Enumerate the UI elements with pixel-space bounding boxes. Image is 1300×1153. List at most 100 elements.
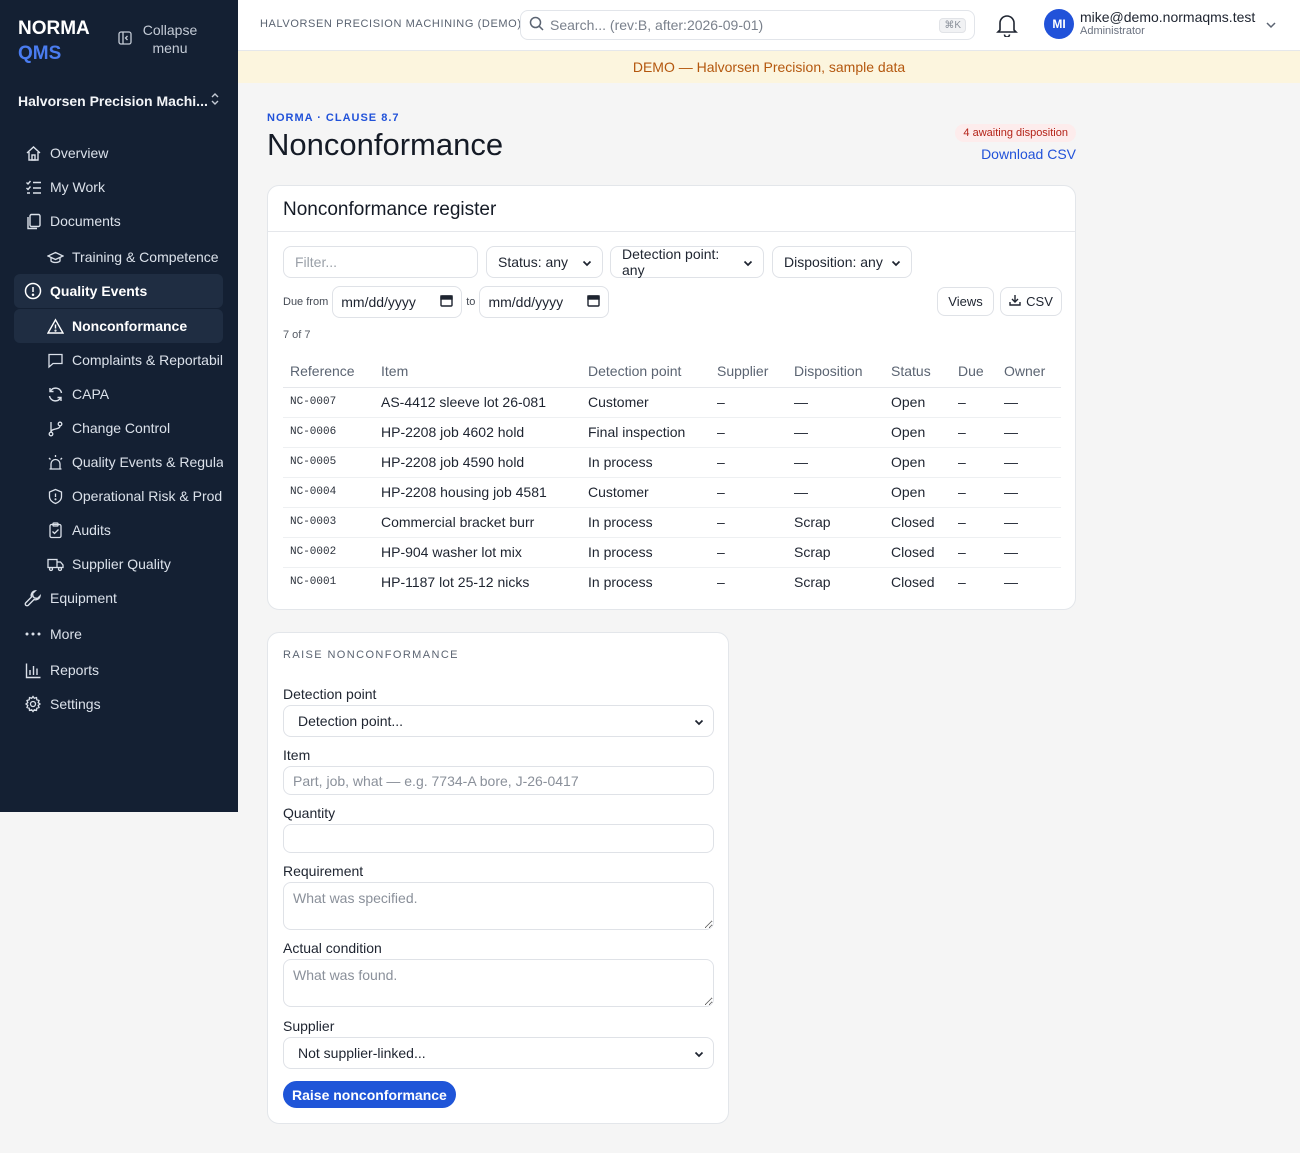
- cell-reference[interactable]: NC-0004: [283, 477, 374, 508]
- column-header-reference[interactable]: Reference: [283, 356, 374, 388]
- table-row[interactable]: NC-0005 HP-2208 job 4590 hold In process…: [283, 447, 1061, 478]
- due-from-date-input[interactable]: mm/dd/yyyy: [332, 286, 463, 318]
- cell-reference[interactable]: NC-0007: [283, 387, 374, 418]
- cell-disposition: Scrap: [787, 507, 884, 538]
- cell-reference[interactable]: NC-0006: [283, 417, 374, 448]
- column-header-supplier[interactable]: Supplier: [710, 356, 787, 388]
- sidebar-item-overview[interactable]: Overview: [14, 136, 223, 170]
- date-value: mm/dd/yyyy: [341, 294, 416, 310]
- search-bar[interactable]: ⌘K: [520, 10, 975, 40]
- org-switcher[interactable]: Halvorsen Precision Machi...: [18, 92, 220, 109]
- cell-due: –: [951, 507, 997, 538]
- cell-disposition: —: [787, 447, 884, 478]
- cell-status: Open: [884, 477, 951, 508]
- chevron-down-icon: [743, 254, 753, 270]
- cell-due: –: [951, 387, 997, 418]
- sidebar-item-audits[interactable]: Audits: [14, 513, 223, 547]
- table-row[interactable]: NC-0002 HP-904 washer lot mix In process…: [283, 537, 1061, 568]
- sidebar-item-quality-events-regulatory[interactable]: Quality Events & Regulatory: [14, 445, 223, 479]
- table-row[interactable]: NC-0007 AS-4412 sleeve lot 26-081 Custom…: [283, 387, 1061, 418]
- cell-supplier: –: [717, 574, 725, 591]
- requirement-textarea[interactable]: [283, 882, 714, 930]
- cell-reference[interactable]: NC-0001: [283, 567, 374, 597]
- quantity-input[interactable]: [283, 824, 714, 853]
- cell-status: Open: [884, 387, 951, 418]
- table-row[interactable]: NC-0004 HP-2208 housing job 4581 Custome…: [283, 477, 1061, 508]
- refresh-icon: [46, 385, 64, 403]
- notifications-button[interactable]: [996, 13, 1018, 40]
- sidebar-item-my-work[interactable]: My Work: [14, 170, 223, 204]
- table-row[interactable]: NC-0006 HP-2208 job 4602 hold Final insp…: [283, 417, 1061, 448]
- sidebar-item-equipment[interactable]: Equipment: [14, 581, 223, 615]
- sidebar-item-label: Reports: [50, 662, 100, 678]
- column-header-due[interactable]: Due: [951, 356, 997, 388]
- download-csv-link[interactable]: Download CSV: [981, 146, 1076, 162]
- cell-disposition: —: [787, 387, 884, 418]
- filter-input[interactable]: [283, 246, 478, 278]
- bar-chart-icon: [24, 661, 42, 679]
- sidebar-item-more[interactable]: More: [14, 617, 223, 651]
- sidebar-item-documents[interactable]: Documents: [14, 204, 223, 238]
- siren-icon: [46, 453, 64, 471]
- raise-nonconformance-button[interactable]: Raise nonconformance: [283, 1081, 456, 1108]
- disposition-filter-select[interactable]: Disposition: any: [772, 246, 912, 278]
- supplier-select[interactable]: Not supplier-linked...: [283, 1037, 714, 1069]
- calendar-icon: [587, 294, 601, 310]
- search-input[interactable]: [550, 17, 940, 33]
- due-to-date-input[interactable]: mm/dd/yyyy: [479, 286, 610, 318]
- actual-condition-textarea[interactable]: [283, 959, 714, 1007]
- cell-supplier: –: [710, 477, 787, 508]
- user-menu[interactable]: MI mike@demo.normaqms.test Administrator: [1044, 9, 1277, 39]
- cell-due: –: [951, 447, 997, 478]
- sidebar-item-label: My Work: [50, 179, 105, 195]
- column-header-detection-point[interactable]: Detection point: [581, 356, 710, 388]
- message-square-icon: [46, 351, 64, 369]
- requirement-label: Requirement: [283, 863, 364, 879]
- cell-detection-point: In process: [581, 447, 710, 478]
- cell-reference[interactable]: NC-0003: [283, 507, 374, 538]
- wrench-icon: [24, 589, 42, 607]
- documents-icon: [24, 212, 42, 230]
- sidebar-item-operational-risk[interactable]: Operational Risk & Product: [14, 479, 223, 513]
- home-icon: [24, 144, 42, 162]
- column-header-status[interactable]: Status: [884, 356, 951, 388]
- sidebar-item-label: Nonconformance: [72, 318, 188, 334]
- search-shortcut-badge: ⌘K: [939, 17, 966, 33]
- user-email: mike@demo.normaqms.test: [1080, 9, 1256, 25]
- tenant-name: HALVORSEN PRECISION MACHINING (DEMO): [260, 18, 522, 30]
- disposition-filter-value: Disposition: any: [784, 254, 883, 270]
- sidebar-item-supplier-quality[interactable]: Supplier Quality: [14, 547, 223, 581]
- cell-status: Open: [884, 417, 951, 448]
- chevron-down-icon: [582, 254, 592, 270]
- collapse-menu-button[interactable]: Collapse menu: [118, 21, 200, 57]
- due-from-label: Due from: [283, 296, 329, 308]
- item-input[interactable]: [283, 766, 714, 795]
- sidebar-item-capa[interactable]: CAPA: [14, 377, 223, 411]
- warning-triangle-icon: [46, 317, 64, 335]
- detection-point-value: Detection point...: [298, 713, 404, 729]
- table-row[interactable]: NC-0003 Commercial bracket burr In proce…: [283, 507, 1061, 538]
- sidebar-item-training[interactable]: Training & Competence: [14, 240, 223, 274]
- sidebar-item-quality-events[interactable]: Quality Events: [14, 274, 223, 308]
- cell-status: Closed: [891, 574, 935, 591]
- views-button[interactable]: Views: [937, 287, 994, 316]
- sidebar-item-reports[interactable]: Reports: [14, 653, 223, 687]
- column-header-owner[interactable]: Owner: [997, 356, 1061, 388]
- sidebar-item-complaints[interactable]: Complaints & Reportability: [14, 343, 223, 377]
- csv-export-button[interactable]: CSV: [1000, 287, 1062, 316]
- sidebar-item-label: Change Control: [72, 420, 171, 436]
- logo[interactable]: NORMA QMS: [18, 16, 90, 66]
- cell-reference[interactable]: NC-0005: [283, 447, 374, 478]
- cell-owner: —: [997, 537, 1061, 568]
- cell-due: –: [951, 477, 997, 508]
- detection-point-filter-select[interactable]: Detection point: any: [610, 246, 764, 278]
- cell-reference[interactable]: NC-0002: [283, 537, 374, 568]
- column-header-item[interactable]: Item: [374, 356, 581, 388]
- sidebar-item-settings[interactable]: Settings: [14, 687, 223, 721]
- column-header-disposition[interactable]: Disposition: [787, 356, 884, 388]
- table-row[interactable]: NC-0001 HP-1187 lot 25-12 nicks In proce…: [283, 567, 1061, 597]
- sidebar-item-nonconformance[interactable]: Nonconformance: [14, 309, 223, 343]
- status-filter-select[interactable]: Status: any: [486, 246, 603, 278]
- detection-point-select[interactable]: Detection point...: [283, 705, 714, 737]
- sidebar-item-change-control[interactable]: Change Control: [14, 411, 223, 445]
